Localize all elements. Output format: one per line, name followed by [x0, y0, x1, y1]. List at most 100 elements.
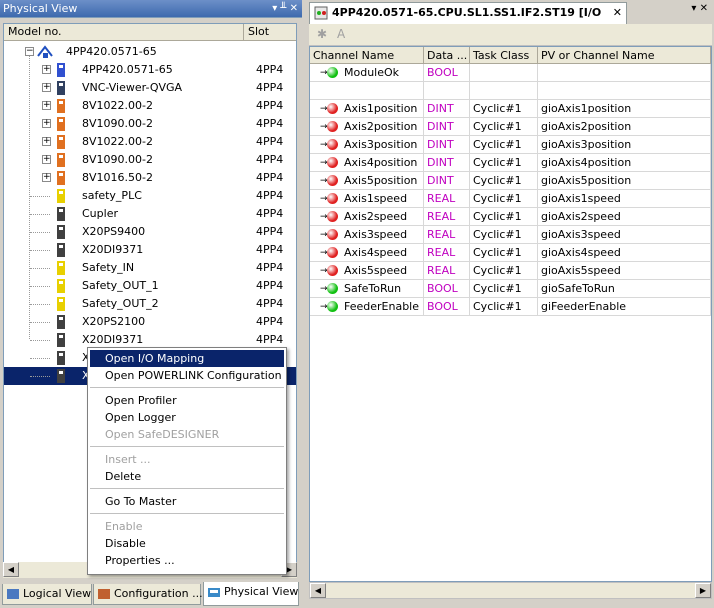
io-module-icon	[57, 225, 65, 239]
menu-item-delete[interactable]: Delete	[90, 468, 284, 485]
io-task-class	[470, 64, 538, 81]
expand-toggle[interactable]: +	[42, 155, 51, 164]
expand-toggle[interactable]: +	[42, 137, 51, 146]
expand-toggle[interactable]: +	[42, 173, 51, 182]
tree-item[interactable]: +8V1022.00-2 4PP4	[4, 97, 296, 115]
font-size-icon[interactable]: A	[337, 27, 345, 41]
tree-line	[30, 322, 50, 323]
column-header-task-class[interactable]: Task Class	[470, 47, 538, 64]
expand-toggle[interactable]: +	[42, 119, 51, 128]
tab-physical-view[interactable]: Physical View	[203, 582, 299, 606]
tree-item[interactable]: +4PP420.0571-65 4PP4	[4, 61, 296, 79]
force-value-icon[interactable]: ✱	[317, 27, 327, 41]
io-row[interactable]: → Axis1position DINT Cyclic#1 gioAxis1positi…	[310, 100, 711, 118]
io-row[interactable]	[310, 82, 711, 100]
io-pv-name[interactable]: giFeederEnable	[538, 298, 711, 315]
tree-item[interactable]: safety_PLC 4PP4	[4, 187, 296, 205]
column-header-slot[interactable]: Slot	[244, 24, 296, 41]
io-pv-name[interactable]: gioAxis2position	[538, 118, 711, 135]
io-datatype: BOOL	[424, 64, 470, 81]
io-task-class: Cyclic#1	[470, 154, 538, 171]
tree-item-label: 4PP420.0571-65	[82, 63, 173, 76]
io-pv-name[interactable]: gioAxis3position	[538, 136, 711, 153]
io-datatype: REAL	[424, 226, 470, 243]
tab-logical-view[interactable]: Logical View	[2, 584, 92, 605]
expand-toggle[interactable]: +	[42, 65, 51, 74]
menu-separator	[90, 387, 284, 388]
tree-item-label: 8V1090.00-2	[82, 117, 153, 130]
tree-item-label: 8V1090.00-2	[82, 153, 153, 166]
tree-root[interactable]: − 4PP420.0571-65	[4, 43, 296, 61]
menu-item-open-profiler[interactable]: Open Profiler	[90, 392, 284, 409]
configuration-view-icon	[98, 589, 110, 599]
column-header-datatype[interactable]: Data ...	[424, 47, 470, 64]
drive-icon	[57, 153, 65, 167]
io-pv-name[interactable]: gioAxis4speed	[538, 244, 711, 261]
tab-configuration-view[interactable]: Configuration ...	[93, 584, 203, 605]
io-datatype: DINT	[424, 172, 470, 189]
tree-item[interactable]: X20DI9371 4PP4	[4, 241, 296, 259]
menu-item-go-to-master[interactable]: Go To Master	[90, 493, 284, 510]
expand-toggle[interactable]: +	[42, 83, 51, 92]
tree-item-slot: 4PP4	[256, 63, 284, 76]
io-row[interactable]: → Axis5speed REAL Cyclic#1 gioAxis5speed	[310, 262, 711, 280]
tree-item[interactable]: X20PS2100 4PP4	[4, 313, 296, 331]
io-task-class: Cyclic#1	[470, 298, 538, 315]
column-header-channel[interactable]: Channel Name	[310, 47, 424, 64]
tree-item[interactable]: +8V1016.50-2 4PP4	[4, 169, 296, 187]
io-pv-name[interactable]: gioAxis3speed	[538, 226, 711, 243]
collapse-toggle[interactable]: −	[25, 47, 34, 56]
io-pv-name[interactable]: gioAxis5position	[538, 172, 711, 189]
column-header-pv[interactable]: PV or Channel Name	[538, 47, 711, 64]
io-row[interactable]: → Axis2position DINT Cyclic#1 gioAxis2positi…	[310, 118, 711, 136]
menu-item-open-i-o-mapping[interactable]: Open I/O Mapping	[90, 350, 284, 367]
io-pv-name[interactable]: gioSafeToRun	[538, 280, 711, 297]
grid-horizontal-scrollbar[interactable]: ◀ ▶	[309, 582, 712, 599]
io-pv-name[interactable]: gioAxis2speed	[538, 208, 711, 225]
io-row[interactable]: → SafeToRun BOOL Cyclic#1 gioSafeToRun	[310, 280, 711, 298]
close-icon[interactable]: ✕	[613, 3, 622, 23]
tree-item[interactable]: Cupler 4PP4	[4, 205, 296, 223]
io-row[interactable]: → Axis4speed REAL Cyclic#1 gioAxis4speed	[310, 244, 711, 262]
panel-pin-controls[interactable]: ▾ ╨ ✕	[272, 0, 298, 18]
io-row[interactable]: → Axis3speed REAL Cyclic#1 gioAxis3speed	[310, 226, 711, 244]
io-row[interactable]: → Axis4position DINT Cyclic#1 gioAxis4positi…	[310, 154, 711, 172]
io-pv-name[interactable]: gioAxis1speed	[538, 190, 711, 207]
expand-toggle[interactable]: +	[42, 101, 51, 110]
menu-item-disable[interactable]: Disable	[90, 535, 284, 552]
io-channel-name: Axis3position	[310, 136, 424, 153]
tree-item[interactable]: +8V1090.00-2 4PP4	[4, 151, 296, 169]
io-row[interactable]: → Axis1speed REAL Cyclic#1 gioAxis1speed	[310, 190, 711, 208]
io-row[interactable]: → Axis2speed REAL Cyclic#1 gioAxis2speed	[310, 208, 711, 226]
tree-item[interactable]: + VNC-Viewer-QVGA 4PP4	[4, 79, 296, 97]
io-row[interactable]: → ModuleOk BOOL	[310, 64, 711, 82]
menu-item-open-powerlink-configuration[interactable]: Open POWERLINK Configuration	[90, 367, 284, 384]
menu-item-open-logger[interactable]: Open Logger	[90, 409, 284, 426]
column-header-model[interactable]: Model no.	[4, 24, 244, 41]
menu-item-properties[interactable]: Properties ...	[90, 552, 284, 569]
tree-root-label: 4PP420.0571-65	[66, 45, 157, 58]
tree-item[interactable]: Safety_IN 4PP4	[4, 259, 296, 277]
scroll-right-arrow-icon[interactable]: ▶	[695, 583, 711, 598]
io-datatype	[424, 82, 470, 99]
panel-pin-controls[interactable]: ▾ ✕	[691, 3, 708, 14]
menu-separator	[90, 488, 284, 489]
io-row[interactable]: → Axis3position DINT Cyclic#1 gioAxis3positi…	[310, 136, 711, 154]
io-pv-name[interactable]: gioAxis4position	[538, 154, 711, 171]
tree-item[interactable]: +8V1090.00-2 4PP4	[4, 115, 296, 133]
tree-item[interactable]: Safety_OUT_1 4PP4	[4, 277, 296, 295]
io-pv-name[interactable]	[538, 64, 711, 81]
scroll-left-arrow-icon[interactable]: ◀	[310, 583, 326, 598]
io-mapping-tab[interactable]: 4PP420.0571-65.CPU.SL1.SS1.IF2.ST19 [I/O…	[309, 2, 627, 39]
io-pv-name[interactable]	[538, 82, 711, 99]
io-datatype: DINT	[424, 136, 470, 153]
tree-item[interactable]: +8V1022.00-2 4PP4	[4, 133, 296, 151]
io-pv-name[interactable]: gioAxis1position	[538, 100, 711, 117]
io-row[interactable]: → Axis5position DINT Cyclic#1 gioAxis5positi…	[310, 172, 711, 190]
tree-item[interactable]: X20PS9400 4PP4	[4, 223, 296, 241]
io-pv-name[interactable]: gioAxis5speed	[538, 262, 711, 279]
scroll-left-arrow-icon[interactable]: ◀	[3, 562, 19, 577]
tree-item[interactable]: Safety_OUT_2 4PP4	[4, 295, 296, 313]
tree-line	[30, 286, 50, 287]
io-row[interactable]: → FeederEnable BOOL Cyclic#1 giFeederEnable	[310, 298, 711, 316]
